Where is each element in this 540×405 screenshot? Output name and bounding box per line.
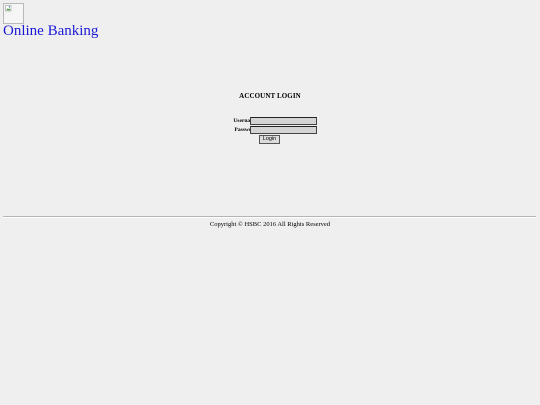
password-row: Password: bbox=[218, 126, 328, 135]
username-input[interactable] bbox=[250, 117, 317, 125]
broken-image-icon bbox=[5, 5, 12, 12]
footer-copyright: Copyright © HSBC 2016 All Rights Reserve… bbox=[209, 221, 331, 228]
login-heading: ACCOUNT LOGIN bbox=[239, 92, 301, 100]
footer-divider bbox=[3, 216, 536, 218]
username-row: Username: bbox=[218, 117, 328, 126]
login-button[interactable]: Login bbox=[259, 135, 280, 144]
password-input[interactable] bbox=[250, 126, 317, 134]
login-form: Username: Password: Login bbox=[218, 117, 328, 144]
logo-image bbox=[3, 3, 24, 24]
site-title: Online Banking bbox=[3, 23, 99, 39]
page: Online Banking ACCOUNT LOGIN Username: P… bbox=[0, 0, 540, 405]
